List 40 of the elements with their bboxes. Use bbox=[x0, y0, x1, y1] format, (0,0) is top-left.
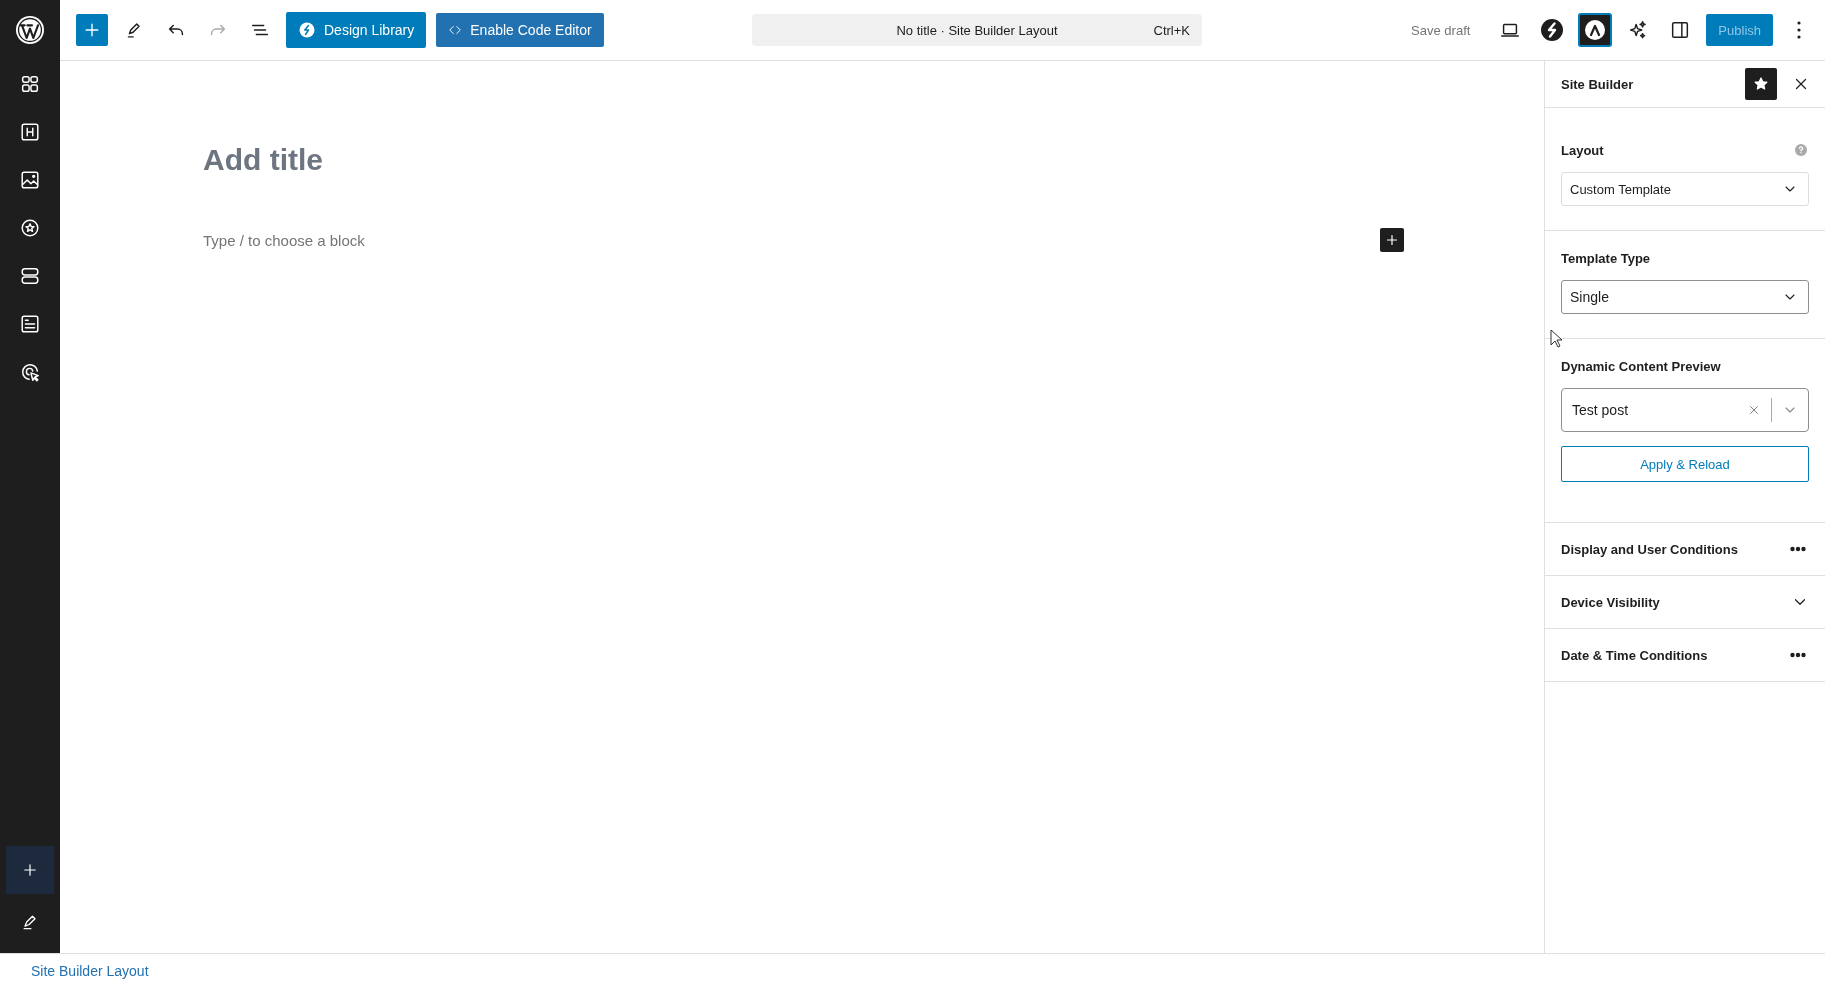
section-title[interactable]: Display and User Conditions bbox=[1561, 541, 1738, 557]
clear-icon[interactable] bbox=[1747, 403, 1761, 417]
breadcrumb-link[interactable]: Site Builder Layout bbox=[31, 963, 149, 979]
lightning-circle-icon bbox=[298, 21, 316, 39]
code-icon bbox=[448, 23, 463, 37]
plus-icon bbox=[21, 861, 39, 879]
panel-title: Site Builder bbox=[1561, 76, 1635, 92]
pin-button[interactable] bbox=[1745, 68, 1777, 100]
combobox-field[interactable]: Test post bbox=[1561, 388, 1809, 432]
field-label: Layout bbox=[1561, 142, 1604, 158]
form-icon[interactable] bbox=[19, 313, 41, 335]
add-block-button[interactable] bbox=[76, 14, 108, 46]
star-icon bbox=[1752, 75, 1770, 93]
shortcut-hint: Ctrl+K bbox=[1153, 23, 1190, 38]
cursor-click-icon[interactable] bbox=[19, 361, 41, 383]
code-editor-button[interactable]: Enable Code Editor bbox=[436, 13, 604, 47]
wordpress-logo-icon[interactable] bbox=[14, 14, 46, 46]
save-draft-link[interactable]: Save draft bbox=[1411, 22, 1471, 38]
star-badge-icon[interactable] bbox=[19, 217, 41, 239]
layout-blocks-icon[interactable] bbox=[19, 73, 41, 95]
field-label: Template Type bbox=[1561, 251, 1651, 266]
image-icon[interactable] bbox=[19, 169, 41, 191]
select-field[interactable]: Custom Template bbox=[1561, 172, 1809, 206]
vertical-dots-icon bbox=[1797, 21, 1801, 39]
block-placeholder[interactable]: Type / to choose a block bbox=[203, 231, 365, 249]
apply-reload-button[interactable]: Apply & Reload bbox=[1561, 446, 1809, 482]
title-field[interactable]: Add title bbox=[203, 143, 1404, 203]
select-field[interactable]: Single bbox=[1561, 280, 1809, 314]
stacked-rows-icon[interactable] bbox=[19, 265, 41, 287]
add-block-button[interactable] bbox=[1380, 228, 1404, 252]
heading-icon[interactable] bbox=[19, 121, 41, 143]
plugin-sidebar-toggle[interactable] bbox=[1578, 13, 1613, 47]
field-label: Dynamic Content Preview bbox=[1561, 359, 1721, 374]
section-title[interactable]: Device Visibility bbox=[1561, 594, 1660, 610]
mouse-pointer-icon bbox=[1550, 329, 1564, 349]
design-library-button[interactable]: Design Library bbox=[286, 12, 427, 48]
triangle-logo-icon bbox=[1583, 18, 1608, 42]
section-title[interactable]: Date & Time Conditions bbox=[1561, 647, 1708, 663]
command-bar[interactable]: No title · Site Builder Layout Ctrl+K bbox=[752, 14, 1202, 46]
lightning-circle-icon bbox=[1540, 18, 1565, 42]
